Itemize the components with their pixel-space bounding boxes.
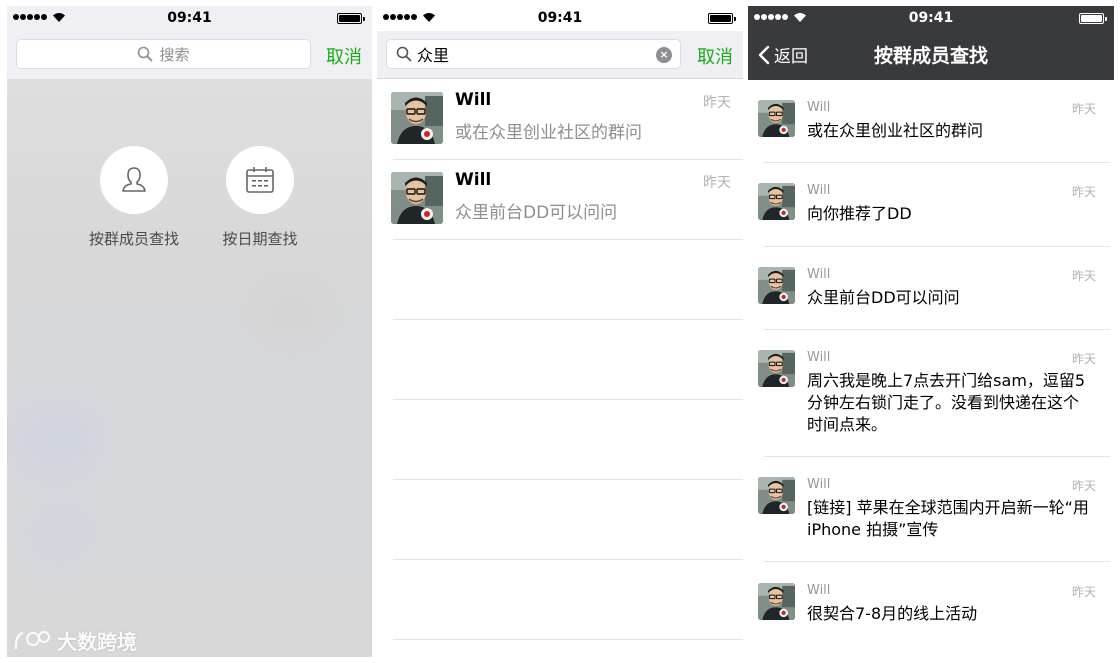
- result-snippet: 众里前台DD可以问问: [455, 203, 618, 223]
- avatar: [758, 267, 795, 304]
- result-snippet: 或在众里创业社区的群问: [455, 123, 642, 143]
- search-placeholder: 搜索: [159, 45, 190, 64]
- result-item[interactable]: Will 或在众里创业社区的群问 昨天: [377, 80, 743, 160]
- message-text: 众里前台DD可以问问: [807, 288, 960, 307]
- divider: [764, 561, 1110, 562]
- message-sender: Will: [807, 267, 831, 282]
- search-by-date-label: 按日期查找: [222, 230, 298, 248]
- divider: [764, 329, 1110, 330]
- battery-icon: [1079, 13, 1107, 24]
- message-text: 周六我是晚上7点去开门给sam，逗留5分钟左右锁门走了。没看到快递在这个时间点来…: [807, 371, 1086, 434]
- search-home-screen: 09:41 搜索 取消 按群成员查找 按日期查找 大数跨境: [7, 6, 372, 657]
- avatar: [758, 183, 795, 220]
- message-time: 昨天: [1071, 352, 1096, 366]
- message-time: 昨天: [1071, 479, 1096, 493]
- message-sender: Will: [807, 477, 831, 492]
- result-name: Will: [455, 90, 492, 110]
- battery-icon: [708, 13, 736, 24]
- search-by-member-label: 按群成员查找: [88, 230, 179, 248]
- message-sender: Will: [807, 100, 831, 115]
- result-item[interactable]: Will 众里前台DD可以问问 昨天: [377, 160, 743, 240]
- cancel-button[interactable]: 取消: [697, 43, 733, 69]
- status-bar: 09:41: [748, 6, 1114, 31]
- message-text: 或在众里创业社区的群问: [807, 121, 984, 140]
- divider: [393, 399, 743, 400]
- status-time: 09:41: [908, 10, 954, 26]
- page-title: 按群成员查找: [873, 45, 988, 67]
- result-time: 昨天: [703, 175, 731, 191]
- message-text: [链接] 苹果在全球范围内开启新一轮“用 iPhone 拍摄”宣传: [807, 498, 1089, 539]
- search-query: 众里: [417, 46, 450, 65]
- divider: [393, 479, 743, 480]
- status-time: 09:41: [537, 10, 583, 26]
- navigation-bar: 09:41 返回 按群成员查找: [748, 6, 1114, 80]
- search-icon: [138, 46, 153, 62]
- divider: [393, 319, 743, 320]
- divider: [764, 456, 1110, 457]
- watermark-logo-icon: [14, 630, 50, 649]
- battery-icon: [337, 13, 365, 24]
- status-bar: 09:41: [7, 6, 372, 31]
- members-icon: [122, 167, 146, 192]
- avatar: [758, 477, 795, 514]
- status-bar: 09:41: [377, 6, 743, 31]
- divider: [764, 162, 1110, 163]
- avatar: [758, 350, 795, 387]
- search-by-date-button[interactable]: 按日期查找: [210, 146, 310, 249]
- message-time: 昨天: [1071, 269, 1096, 283]
- message-sender: Will: [807, 583, 831, 598]
- search-by-member-button[interactable]: 按群成员查找: [84, 146, 184, 249]
- divider: [393, 639, 743, 640]
- blurred-background: [7, 79, 372, 657]
- message-time: 昨天: [1071, 585, 1096, 599]
- message-sender: Will: [807, 350, 831, 365]
- search-icon: [396, 46, 412, 62]
- divider: [393, 559, 743, 560]
- avatar: [391, 92, 443, 144]
- message-text: 很契合7-8月的线上活动: [807, 604, 978, 623]
- message-time: 昨天: [1071, 102, 1096, 116]
- search-input[interactable]: 众里 ×: [386, 39, 681, 69]
- result-time: 昨天: [703, 95, 731, 111]
- search-input[interactable]: 搜索: [16, 39, 311, 69]
- calendar-icon: [246, 167, 274, 193]
- avatar: [758, 583, 795, 620]
- divider: [393, 239, 743, 240]
- message-sender: Will: [807, 183, 831, 198]
- status-time: 09:41: [167, 10, 212, 26]
- member-messages-screen: 09:41 返回 按群成员查找 Will 昨天 或在众里创业社区的群问 Will…: [748, 6, 1114, 657]
- watermark: 大数跨境: [13, 626, 137, 655]
- clear-icon[interactable]: ×: [656, 47, 672, 63]
- cancel-button[interactable]: 取消: [326, 43, 362, 69]
- search-results-screen: 09:41 众里 × 取消 Will 或在众里创业社区的群问 昨天 Will 众…: [377, 6, 743, 657]
- divider: [764, 246, 1110, 247]
- result-name: Will: [455, 170, 492, 190]
- search-bar: 众里 × 取消: [377, 31, 743, 79]
- avatar: [758, 100, 795, 137]
- message-text: 向你推荐了DD: [807, 204, 912, 223]
- message-time: 昨天: [1071, 185, 1096, 199]
- search-bar: 搜索 取消: [7, 31, 372, 79]
- avatar: [391, 172, 443, 224]
